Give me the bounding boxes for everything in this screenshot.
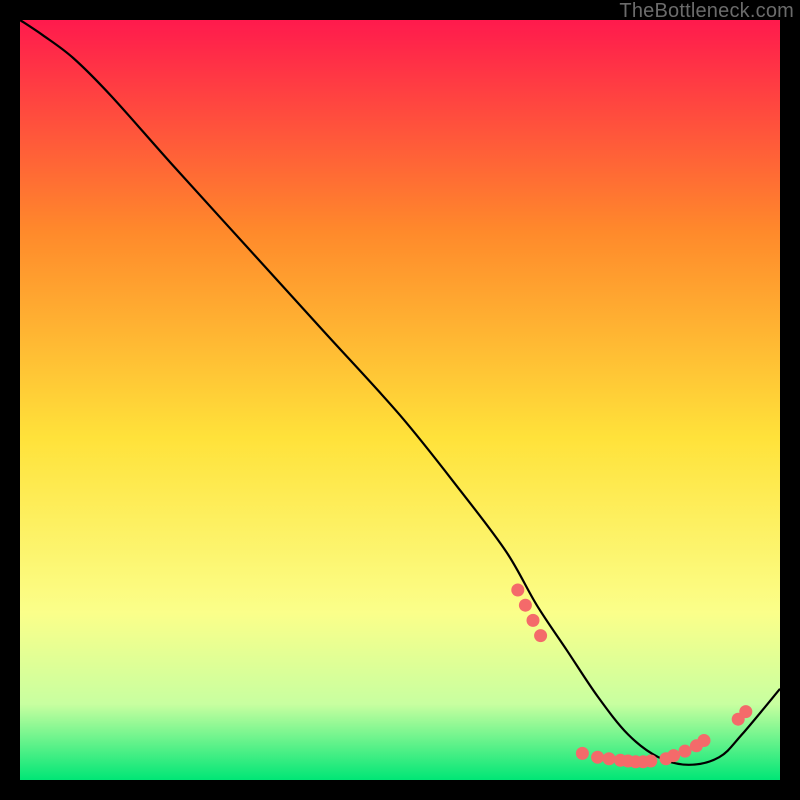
data-point [519, 599, 532, 612]
data-point [644, 755, 657, 768]
data-point [603, 752, 616, 765]
data-point [534, 629, 547, 642]
data-point [679, 745, 692, 758]
data-point [527, 614, 540, 627]
data-point [667, 749, 680, 762]
chart-svg [20, 20, 780, 780]
data-point [698, 734, 711, 747]
gradient-background [20, 20, 780, 780]
data-point [511, 584, 524, 597]
data-point [739, 705, 752, 718]
data-point [576, 747, 589, 760]
chart-area [20, 20, 780, 780]
data-point [591, 751, 604, 764]
